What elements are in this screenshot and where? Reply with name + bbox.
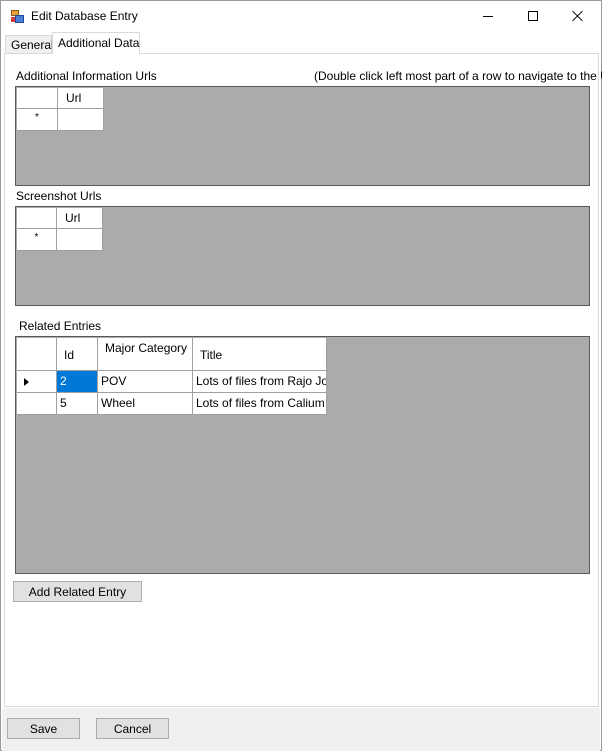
- window-title: Edit Database Entry: [31, 9, 138, 23]
- screenshot-urls-new-row-cell[interactable]: [57, 229, 103, 251]
- related-corner[interactable]: [17, 338, 57, 371]
- minimize-button[interactable]: [465, 1, 511, 32]
- related-category-header[interactable]: Major Category: [98, 338, 193, 371]
- cancel-button[interactable]: Cancel: [96, 718, 169, 739]
- add-related-entry-button[interactable]: Add Related Entry: [13, 581, 142, 602]
- maximize-button[interactable]: [510, 1, 556, 32]
- edit-entry-window: Edit Database Entry General Additional D…: [0, 0, 602, 751]
- related-id-header[interactable]: Id: [57, 338, 98, 371]
- info-urls-new-row-header[interactable]: *: [17, 109, 58, 131]
- screenshot-urls-url-header[interactable]: Url: [57, 208, 103, 229]
- info-urls-label: Additional Information Urls: [16, 69, 157, 83]
- maximize-icon: [528, 11, 538, 21]
- related-row-2-id[interactable]: 5: [57, 393, 98, 415]
- info-urls-new-row-cell[interactable]: [58, 109, 104, 131]
- app-icon: [11, 10, 24, 23]
- tab-additional-data[interactable]: Additional Data: [52, 32, 140, 54]
- screenshot-urls-new-row-header[interactable]: *: [17, 229, 57, 251]
- related-entries-label: Related Entries: [19, 319, 102, 333]
- current-row-icon: [24, 378, 29, 386]
- related-row-1-id[interactable]: 2: [57, 371, 98, 393]
- screenshot-urls-label: Screenshot Urls: [16, 189, 102, 203]
- tab-general[interactable]: General: [5, 35, 54, 54]
- tab-strip: General Additional Data: [4, 32, 600, 54]
- info-urls-grid[interactable]: Url *: [15, 86, 590, 186]
- related-row-1-header[interactable]: [17, 371, 57, 393]
- info-urls-corner[interactable]: [17, 88, 58, 109]
- related-row-1-title[interactable]: Lots of files from Rajo Joey: [193, 371, 327, 393]
- close-icon: [572, 10, 584, 22]
- close-button[interactable]: [555, 1, 601, 32]
- minimize-icon: [483, 16, 493, 17]
- title-bar[interactable]: Edit Database Entry: [1, 1, 601, 32]
- screenshot-urls-grid[interactable]: Url *: [15, 206, 590, 306]
- save-button[interactable]: Save: [7, 718, 80, 739]
- related-row-2-title[interactable]: Lots of files from Calium: [193, 393, 327, 415]
- related-row-1-category[interactable]: POV: [98, 371, 193, 393]
- related-entries-grid[interactable]: Id Major Category Title 2 POV Lots of fi…: [15, 336, 590, 574]
- footer-bar: [2, 708, 600, 751]
- related-row-2-category[interactable]: Wheel: [98, 393, 193, 415]
- screenshot-urls-corner[interactable]: [17, 208, 57, 229]
- related-title-header[interactable]: Title: [193, 338, 327, 371]
- info-urls-url-header[interactable]: Url: [58, 88, 104, 109]
- info-urls-hint: (Double click left most part of a row to…: [314, 69, 602, 83]
- related-row-2-header[interactable]: [17, 393, 57, 415]
